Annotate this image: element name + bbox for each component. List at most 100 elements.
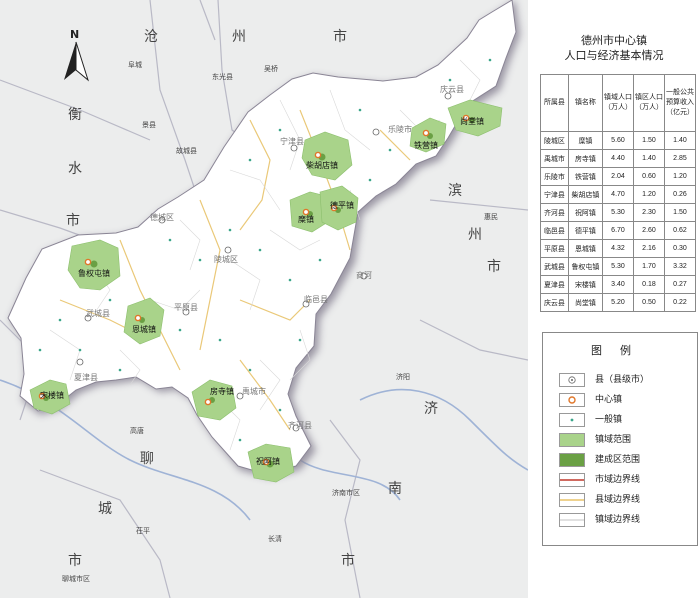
label-encheng: 恩城镇	[132, 325, 156, 334]
table-cell: 2.16	[632, 239, 665, 258]
general-town-icon	[559, 413, 585, 427]
county-seat-icon	[559, 373, 585, 387]
info-panel: 德州市中心镇 人口与经济基本情况 所属县 镇名称 镇域人口（万人） 镇区人口（万…	[528, 0, 700, 598]
header-urban-pop: 镇区人口（万人）	[632, 74, 665, 132]
label-jinan: 济南市区	[332, 489, 360, 497]
table-cell: 0.30	[663, 239, 697, 258]
table-row: 夏津县 宋楼镇 3.40 0.18 0.27	[540, 275, 697, 294]
label-liaocheng: 聊城市区	[62, 575, 90, 583]
label-dongguang: 东光县	[212, 73, 233, 81]
table-cell: 糜镇	[567, 131, 603, 150]
table-title-line2: 人口与经济基本情况	[564, 50, 664, 62]
label-shi4: 市	[341, 553, 355, 569]
label-deping: 德平镇	[330, 201, 354, 210]
legend-title: 图例	[591, 345, 649, 357]
table-cell: 0.27	[663, 275, 697, 294]
table-cell: 4.40	[601, 149, 634, 168]
label-yucheng: 禹城市	[242, 387, 266, 396]
table-cell: 2.30	[632, 203, 665, 222]
legend-label-city-border: 市域边界线	[595, 474, 641, 484]
legend-label-center-town: 中心镇	[595, 394, 623, 404]
county-border-icon	[559, 493, 585, 507]
table-cell: 2.04	[601, 167, 634, 186]
table-row: 乐陵市 铁营镇 2.04 0.60 1.20	[540, 167, 697, 186]
label-cheng: 城	[98, 501, 112, 517]
center-town-icon	[559, 393, 585, 407]
table-row: 陵城区 糜镇 5.60 1.50 1.40	[540, 131, 697, 150]
label-luquantun: 鲁权屯镇	[78, 269, 110, 278]
label-shanghe: 商河	[356, 271, 372, 280]
label-gaotang: 高唐	[130, 427, 144, 435]
stats-table: 所属县 镇名称 镇域人口（万人） 镇区人口（万人） 一般公共预算收入（亿元） 陵…	[540, 74, 697, 312]
table-cell: 房寺镇	[567, 149, 603, 168]
table-cell: 尚堂镇	[567, 293, 603, 312]
map[interactable]: N 沧 州 市 衡 水 市 滨 州 市 济 南 市 聊 城 市 宁津县 乐陵市 …	[0, 0, 528, 598]
table-cell: 6.70	[601, 221, 634, 240]
label-jiyang: 济阳	[396, 373, 410, 381]
table-row: 临邑县 德平镇 6.70 2.60 0.62	[540, 221, 697, 240]
label-chaihudian: 柴胡店镇	[306, 161, 338, 170]
label-cang1: 沧	[144, 29, 158, 45]
table-row: 齐河县 祝阿镇 5.30 2.30 1.50	[540, 203, 697, 222]
table-cell: 齐河县	[540, 203, 569, 222]
table-cell: 5.30	[601, 203, 634, 222]
label-liao: 聊	[140, 451, 154, 467]
label-chiping: 茌平	[136, 527, 150, 535]
label-shangtang: 尚堂镇	[460, 117, 484, 126]
table-cell: 0.62	[663, 221, 697, 240]
table-row: 庆云县 尚堂镇 5.20 0.50 0.22	[540, 293, 697, 312]
label-linyi: 临邑县	[304, 295, 328, 304]
label-decheng: 德城区	[150, 213, 174, 222]
label-xiajin: 夏津县	[74, 373, 98, 382]
label-huimin: 惠民	[484, 213, 498, 221]
table-cell: 1.20	[663, 167, 697, 186]
table-cell: 宋楼镇	[567, 275, 603, 294]
label-gucheng: 故城县	[176, 147, 197, 155]
legend-label-town-border: 镇域边界线	[595, 514, 641, 524]
label-shi5: 市	[68, 553, 82, 569]
legend-label-town-area: 镇域范围	[595, 434, 632, 444]
label-mi: 糜镇	[298, 215, 314, 224]
marker-fangsi	[204, 398, 212, 406]
table-cell: 乐陵市	[540, 167, 569, 186]
legend-label-built-area: 建成区范围	[595, 454, 641, 464]
label-heng: 衡	[68, 107, 82, 123]
table-cell: 5.60	[601, 131, 634, 150]
table-cell: 庆云县	[540, 293, 569, 312]
table-cell: 德平镇	[567, 221, 603, 240]
legend-label-county-border: 县域边界线	[595, 494, 641, 504]
table-cell: 1.20	[632, 185, 665, 204]
table-cell: 柴胡店镇	[567, 185, 603, 204]
label-zhuahe: 祝阿镇	[256, 457, 280, 466]
table-cell: 1.50	[663, 203, 697, 222]
label-fucheng: 阜城	[128, 61, 142, 69]
table-cell: 1.40	[632, 149, 665, 168]
table-cell: 2.60	[632, 221, 665, 240]
table-row: 武城县 鲁权屯镇 5.30 1.70 3.32	[540, 257, 697, 276]
label-fangsi: 房寺镇	[210, 387, 234, 396]
table-cell: 临邑县	[540, 221, 569, 240]
header-town: 镇名称	[567, 74, 603, 132]
built-area-swatch-icon	[559, 453, 585, 467]
table-cell: 4.70	[601, 185, 634, 204]
label-pingyuan: 平原县	[174, 303, 198, 312]
label-wucheng: 武城县	[86, 309, 110, 318]
legend: 图例 县（县级市） 中心镇 一般镇 镇域范围 建成区范围 市域边界线 县域边界线	[542, 332, 698, 546]
label-bin: 滨	[448, 183, 462, 199]
label-wuqiao: 吴桥	[264, 65, 278, 73]
table-cell: 3.32	[663, 257, 697, 276]
label-shui: 水	[68, 161, 82, 177]
label-qihe: 齐河县	[288, 421, 312, 430]
table-cell: 0.26	[663, 185, 697, 204]
legend-label-county: 县（县级市）	[595, 374, 650, 384]
table-cell: 0.22	[663, 293, 697, 312]
table-title-line1: 德州市中心镇	[581, 35, 647, 47]
table-cell: 1.50	[632, 131, 665, 150]
header-county: 所属县	[540, 74, 569, 132]
table-cell: 0.60	[632, 167, 665, 186]
table-cell: 武城县	[540, 257, 569, 276]
marker-tiejia	[422, 129, 430, 137]
label-qingyun: 庆云县	[440, 85, 464, 94]
table-cell: 1.70	[632, 257, 665, 276]
table-cell: 平原县	[540, 239, 569, 258]
